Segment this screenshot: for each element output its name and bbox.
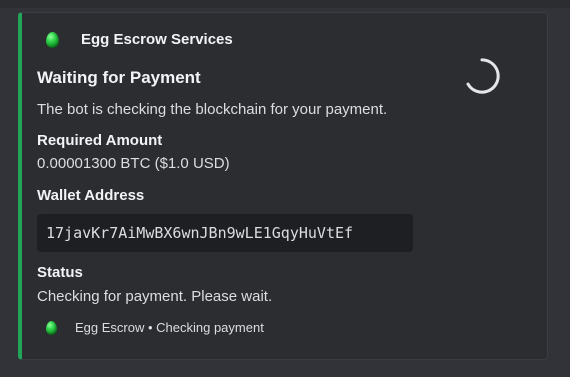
embed-footer-text: Egg Escrow • Checking payment: [75, 320, 264, 335]
field-value-status: Checking for payment. Please wait.: [37, 288, 273, 305]
field-name-required-amount: Required Amount: [37, 132, 163, 149]
embed-title: Waiting for Payment: [37, 68, 201, 87]
field-value-required-amount: 0.00001300 BTC ($1.0 USD): [37, 155, 230, 172]
bot-embed: Egg Escrow Services Waiting for Payment …: [18, 12, 548, 360]
embed-footer: Egg Escrow • Checking payment: [46, 319, 264, 337]
loading-spinner-icon: [466, 58, 500, 94]
wallet-address-code-block[interactable]: 17javKr7AiMwBX6wnJBn9wLE1GqyHuVtEf: [37, 214, 413, 252]
green-egg-icon: [46, 321, 57, 335]
embed-description: The bot is checking the blockchain for y…: [37, 101, 388, 118]
embed-author-name: Egg Escrow Services: [81, 31, 233, 48]
green-egg-icon: [46, 32, 59, 48]
embed-author: Egg Escrow Services: [46, 30, 233, 50]
field-name-wallet-address: Wallet Address: [37, 187, 145, 204]
field-name-status: Status: [37, 264, 83, 281]
message-area-top: [0, 0, 570, 8]
